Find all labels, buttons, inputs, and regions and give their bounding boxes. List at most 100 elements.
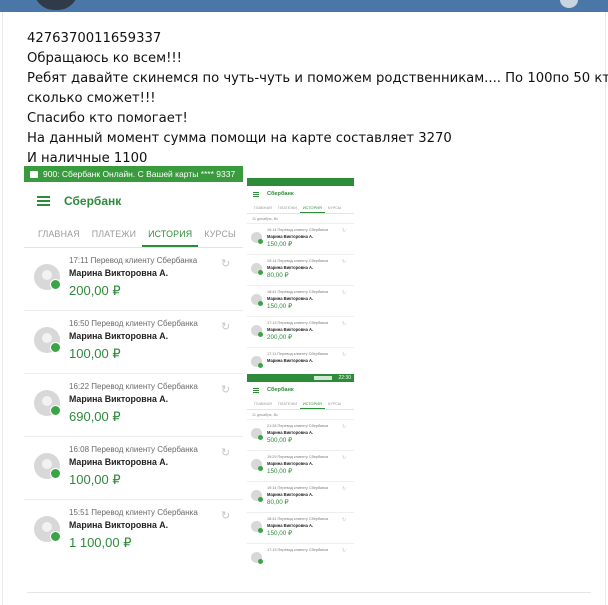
check-icon	[258, 497, 263, 502]
transaction-row[interactable]: 17:13 Перевод клиенту Сбербанка Марина Ви…	[247, 317, 354, 348]
transaction-meta: 15:51 Перевод клиенту Сбербанка	[69, 508, 198, 517]
repeat-icon[interactable]: ↻	[342, 290, 346, 296]
repeat-icon[interactable]: ↻	[342, 259, 346, 265]
transaction-row[interactable]: 19:14 Перевод клиенту Сбербанка Марина Ви…	[247, 482, 354, 513]
transaction-meta: 19:29 Перевод клиенту Сбербанка	[267, 455, 329, 459]
transaction-meta: 19:14 Перевод клиенту Сбербанка	[267, 486, 329, 490]
signal-icon	[314, 376, 332, 380]
repeat-icon[interactable]: ↻	[342, 517, 346, 523]
bank-screenshot-main[interactable]: 900: Сбербанк Онлайн. С Вашей карты ****…	[24, 166, 243, 562]
tab-main: ГЛАВНАЯ	[254, 205, 272, 210]
post-line: сколько сможет!!!	[27, 91, 156, 106]
repeat-icon[interactable]: ↻	[342, 424, 346, 430]
hamburger-icon	[253, 191, 259, 197]
transaction-meta: 16:08 Перевод клиенту Сбербанка	[69, 445, 198, 454]
transaction-amount: 500,00 ₽	[267, 437, 293, 444]
repeat-icon[interactable]: ↻	[342, 228, 346, 234]
transaction-amount: 150,00 ₽	[267, 530, 293, 537]
transaction-row[interactable]: 17:13 Перевод клиенту Сбербанка ↻	[247, 544, 354, 564]
transaction-row[interactable]: 19:14 Перевод клиенту Сбербанка Марина Ви…	[247, 224, 354, 255]
transaction-meta: 19:14 Перевод клиенту Сбербанка	[267, 228, 329, 232]
recipient-name: Марина Викторовна А.	[69, 268, 169, 278]
repeat-icon[interactable]: ↻	[342, 486, 346, 492]
repeat-icon[interactable]: ↻	[221, 383, 230, 396]
transaction-amount: 1 100,00 ₽	[69, 535, 132, 550]
transaction-meta: 18:41 Перевод клиенту Сбербанка	[267, 517, 329, 521]
recipient-name: Марина Викторовна А.	[69, 331, 169, 341]
tab-payments: ПЛАТЕЖИ	[91, 229, 137, 239]
repeat-icon[interactable]: ↻	[221, 509, 230, 522]
transaction-row[interactable]: 16:08 Перевод клиенту Сбербанка Марина Ви…	[24, 437, 243, 500]
date-header: 11 декабря, Вс	[247, 214, 354, 224]
transaction-amount: 690,00 ₽	[69, 409, 121, 424]
recipient-name: Марина Викторовна А.	[267, 358, 314, 363]
transaction-meta: 18:41 Перевод клиенту Сбербанка	[267, 290, 329, 294]
clock: 22:30	[338, 375, 351, 381]
transaction-row[interactable]: 17:11 Перевод клиенту Сбербанка Марина Ви…	[247, 348, 354, 368]
notification-text: 900: Сбербанк Онлайн. С Вашей карты ****…	[43, 169, 236, 179]
recipient-name: Марина Викторовна А.	[69, 394, 169, 404]
repeat-icon[interactable]: ↻	[342, 352, 346, 358]
app-title: Сбербанк	[267, 387, 294, 393]
transaction-row[interactable]: 18:41 Перевод клиенту Сбербанка Марина Ви…	[247, 286, 354, 317]
top-header-bar	[0, 0, 608, 12]
profile-avatar[interactable]	[560, 0, 578, 8]
transaction-meta: 17:13 Перевод клиенту Сбербанка	[267, 548, 329, 552]
sms-notification: 900: Сбербанк Онлайн. С Вашей карты ****…	[24, 166, 243, 182]
tab-rates: КУРСЫ	[327, 401, 342, 406]
repeat-icon[interactable]: ↻	[342, 455, 346, 461]
bank-screenshot-mini-a[interactable]: Сбербанк ГЛАВНАЯ ПЛАТЕЖИ ИСТОРИЯ КУРСЫ 1…	[247, 178, 354, 368]
message-icon	[30, 171, 38, 178]
transaction-row[interactable]: 15:51 Перевод клиенту Сбербанка Марина Ви…	[24, 500, 243, 562]
user-avatar[interactable]	[34, 0, 78, 10]
transaction-row[interactable]: 19:14 Перевод клиенту Сбербанка Марина Ви…	[247, 255, 354, 286]
post-line: Спасибо кто помогает!	[27, 111, 188, 126]
repeat-icon[interactable]: ↻	[342, 548, 346, 554]
transaction-row[interactable]: 16:22 Перевод клиенту Сбербанка Марина Ви…	[24, 374, 243, 437]
repeat-icon[interactable]: ↻	[221, 320, 230, 333]
status-bar	[247, 178, 354, 186]
tab-main: ГЛАВНАЯ	[254, 401, 272, 406]
recipient-name: Марина Викторовна А.	[267, 265, 314, 270]
hamburger-icon	[253, 387, 259, 393]
transaction-row[interactable]: 16:50 Перевод клиенту Сбербанка Марина Ви…	[24, 311, 243, 374]
transaction-amount: 80,00 ₽	[267, 499, 289, 506]
transaction-meta: 21:28 Перевод клиенту Сбербанка	[267, 424, 329, 428]
transaction-meta: 17:13 Перевод клиенту Сбербанка	[267, 321, 329, 325]
date-header: 11 декабря, Вс	[247, 410, 354, 420]
transaction-amount: 200,00 ₽	[69, 283, 121, 298]
repeat-icon[interactable]: ↻	[221, 257, 230, 270]
transaction-meta: 16:22 Перевод клиенту Сбербанка	[69, 382, 198, 391]
recipient-name: Марина Викторовна А.	[69, 457, 169, 467]
check-icon	[258, 528, 263, 533]
tab-rates: КУРСЫ	[327, 205, 342, 210]
transaction-amount: 100,00 ₽	[69, 346, 121, 361]
tab-history: ИСТОРИЯ	[299, 205, 325, 213]
recipient-name: Марина Викторовна А.	[267, 492, 314, 497]
transaction-row[interactable]: 18:41 Перевод клиенту Сбербанка Марина Ви…	[247, 513, 354, 544]
app-bar: Сбербанк	[247, 382, 354, 398]
transaction-list: 17:11 Перевод клиенту Сбербанка Марина Ви…	[24, 248, 243, 562]
repeat-icon[interactable]: ↻	[221, 446, 230, 459]
tab-history: ИСТОРИЯ	[142, 229, 199, 247]
recipient-name: Марина Викторовна А.	[267, 327, 314, 332]
post-line-card-number: 4276370011659337	[27, 31, 162, 46]
hamburger-icon	[37, 196, 50, 206]
check-icon	[258, 332, 263, 337]
tab-payments: ПЛАТЕЖИ	[277, 401, 297, 406]
app-title: Сбербанк	[64, 194, 122, 208]
bank-screenshot-mini-b[interactable]: 22:30 Сбербанк ГЛАВНАЯ ПЛАТЕЖИ ИСТОРИЯ К…	[247, 374, 354, 564]
status-bar: 22:30	[247, 374, 354, 382]
repeat-icon[interactable]: ↻	[342, 321, 346, 327]
transaction-row[interactable]: 17:11 Перевод клиенту Сбербанка Марина Ви…	[24, 248, 243, 311]
transaction-meta: 17:11 Перевод клиенту Сбербанка	[69, 256, 198, 265]
check-icon	[50, 279, 61, 290]
transaction-meta: 17:11 Перевод клиенту Сбербанка	[267, 352, 328, 356]
transaction-row[interactable]: 21:28 Перевод клиенту Сбербанка Марина Ви…	[247, 420, 354, 451]
recipient-name: Марина Викторовна А.	[69, 520, 169, 530]
transaction-row[interactable]: 19:29 Перевод клиенту Сбербанка Марина Ви…	[247, 451, 354, 482]
post-line: Ребят давайте скинемся по чуть-чуть и по…	[27, 71, 608, 86]
tab-bar: ГЛАВНАЯ ПЛАТЕЖИ ИСТОРИЯ КУРСЫ	[247, 398, 354, 410]
transaction-amount: 150,00 ₽	[267, 468, 293, 475]
check-icon	[258, 270, 263, 275]
